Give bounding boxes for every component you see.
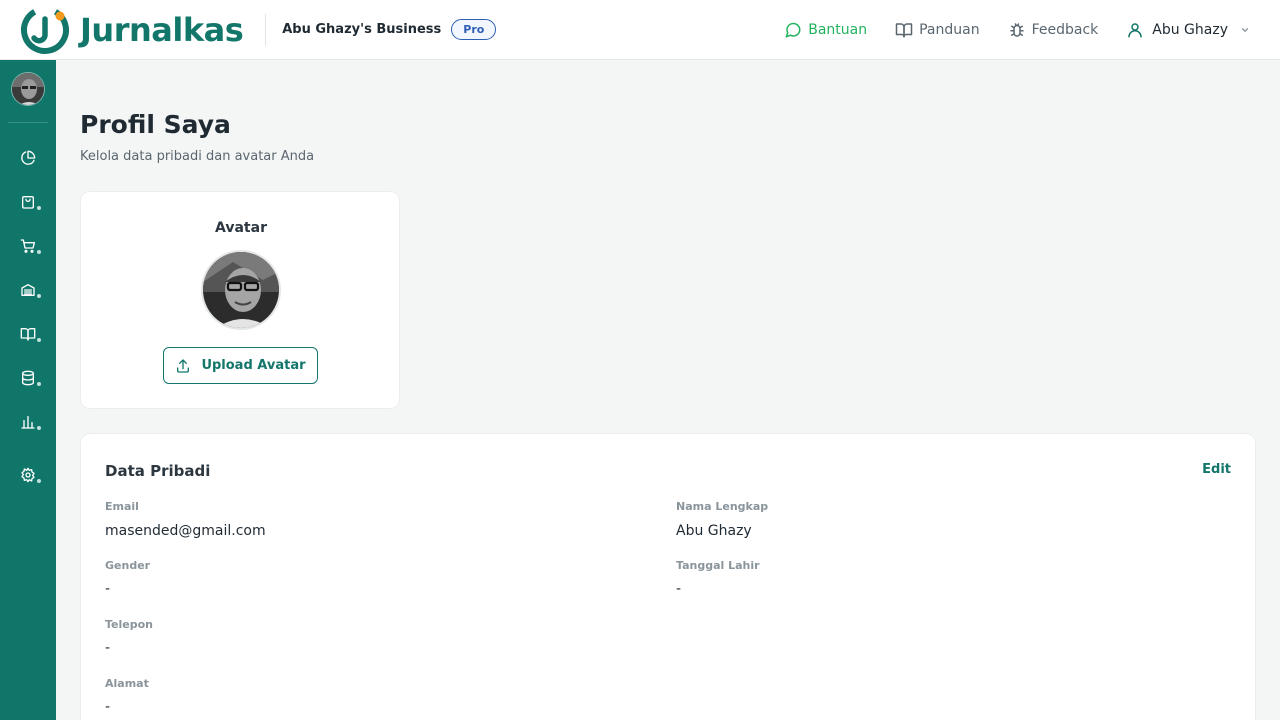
chat-bubble-icon xyxy=(785,22,801,38)
sidebar-item-inventory[interactable] xyxy=(0,274,56,306)
cart-icon xyxy=(20,239,35,253)
guide-link-label: Panduan xyxy=(919,22,980,38)
personal-data-title: Data Pribadi xyxy=(105,462,211,480)
gender-label: Gender xyxy=(105,559,151,572)
user-menu[interactable]: Abu Ghazy xyxy=(1126,21,1250,39)
app-name: Jurnalkas xyxy=(80,10,244,49)
personal-data-card: Data Pribadi Edit Email masended@gmail.c… xyxy=(80,433,1256,720)
database-icon xyxy=(22,370,34,386)
sidebar-item-purchases[interactable] xyxy=(0,230,56,262)
avatar-image xyxy=(201,250,281,330)
sidebar-divider xyxy=(8,122,48,123)
bug-icon xyxy=(1009,23,1024,37)
chevron-down-icon xyxy=(1241,28,1249,32)
user-name: Abu Ghazy xyxy=(1152,22,1228,38)
page-subtitle: Kelola data pribadi dan avatar Anda xyxy=(80,149,315,164)
help-link[interactable]: Bantuan xyxy=(784,21,867,39)
help-link-label: Bantuan xyxy=(808,22,868,38)
email-label: Email xyxy=(105,500,139,513)
header-divider xyxy=(265,13,267,46)
avatar-card: Avatar Upload Avatar xyxy=(80,191,400,409)
upload-avatar-button[interactable]: Upload Avatar xyxy=(163,347,318,384)
sidebar-item-dashboard[interactable] xyxy=(0,142,56,174)
edit-personal-data-link[interactable]: Edit xyxy=(1202,462,1231,477)
book-icon xyxy=(20,328,36,341)
sidebar-item-data[interactable] xyxy=(0,362,56,394)
address-label: Alamat xyxy=(105,677,149,690)
address-value: - xyxy=(105,699,111,715)
feedback-link[interactable]: Feedback xyxy=(1008,21,1099,39)
submenu-dot xyxy=(37,206,41,210)
open-book-icon xyxy=(895,23,913,38)
submenu-dot xyxy=(37,426,41,430)
sidebar-avatar[interactable] xyxy=(11,72,45,106)
top-header: Jurnalkas Abu Ghazy's Business Pro Bantu… xyxy=(0,0,1280,60)
sidebar-item-sales[interactable] xyxy=(0,186,56,218)
app-logo[interactable]: Jurnalkas xyxy=(20,0,244,60)
birth-date-label: Tanggal Lahir xyxy=(676,559,760,572)
shopping-bag-icon xyxy=(22,196,34,209)
sidebar-item-reports[interactable] xyxy=(0,406,56,438)
sidebar-item-ledger[interactable] xyxy=(0,318,56,350)
phone-label: Telepon xyxy=(105,618,153,631)
upload-icon xyxy=(177,358,190,373)
submenu-dot xyxy=(37,294,41,298)
inventory-icon xyxy=(21,284,35,296)
user-icon xyxy=(1128,23,1143,38)
sidebar xyxy=(0,60,56,720)
submenu-dot xyxy=(37,338,41,342)
submenu-dot xyxy=(37,250,41,254)
guide-link[interactable]: Panduan xyxy=(895,21,980,39)
sidebar-item-settings[interactable] xyxy=(0,459,56,491)
birth-date-value: - xyxy=(676,581,682,597)
bar-chart-icon xyxy=(21,416,35,429)
page-title: Profil Saya xyxy=(80,110,231,139)
gender-value: - xyxy=(105,581,111,597)
gear-icon xyxy=(21,467,35,483)
logo-mark-icon xyxy=(20,5,70,55)
feedback-link-label: Feedback xyxy=(1031,22,1099,38)
business-name[interactable]: Abu Ghazy's Business xyxy=(282,22,441,37)
avatar-card-title: Avatar xyxy=(215,220,267,236)
submenu-dot xyxy=(37,382,41,386)
submenu-dot xyxy=(37,479,41,483)
upload-avatar-label: Upload Avatar xyxy=(201,358,306,373)
phone-value: - xyxy=(105,640,111,656)
email-value: masended@gmail.com xyxy=(105,523,266,539)
plan-badge: Pro xyxy=(451,19,497,40)
pie-chart-icon xyxy=(21,150,36,165)
full-name-label: Nama Lengkap xyxy=(676,500,769,513)
full-name-value: Abu Ghazy xyxy=(676,523,752,539)
